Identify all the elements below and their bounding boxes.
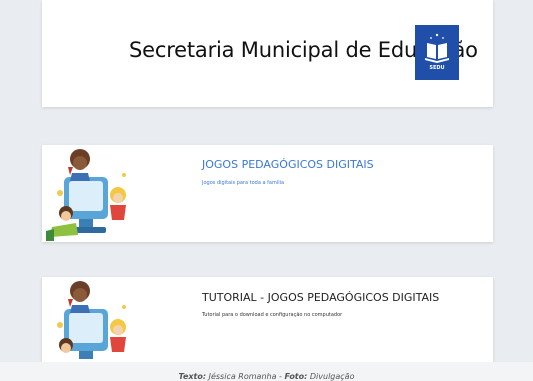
sedu-logo[interactable]: SEDU	[415, 25, 459, 80]
card-subtitle: Jogos digitais para toda a família	[202, 180, 285, 186]
card-title-link[interactable]: TUTORIAL - JOGOS PEDAGÓGICOS DIGITAIS	[202, 291, 439, 304]
game-card-jogos[interactable]: JOGOS PEDAGÓGICOS DIGITAIS Jogos digitai…	[42, 145, 493, 242]
caption-photo-label: Foto:	[284, 372, 308, 381]
book-icon	[425, 33, 449, 63]
caption-author: Jéssica Romanha	[208, 372, 277, 381]
caption-photo-credit: Divulgação	[309, 372, 355, 381]
card-title-link[interactable]: JOGOS PEDAGÓGICOS DIGITAIS	[202, 158, 374, 171]
kids-computer-illustration-icon	[46, 149, 126, 241]
page-content: Secretaria Municipal de Educação SEDU JO…	[0, 0, 533, 362]
tutorial-card[interactable]: TUTORIAL - JOGOS PEDAGÓGICOS DIGITAIS Tu…	[42, 277, 493, 362]
logo-label: SEDU	[429, 65, 445, 71]
kids-computer-illustration-icon	[57, 281, 126, 359]
header-card: Secretaria Municipal de Educação SEDU	[42, 0, 493, 107]
card-subtitle: Tutorial para o download e configuração …	[202, 312, 343, 318]
caption-text-label: Texto:	[178, 372, 207, 381]
photo-caption: Texto: Jéssica Romanha - Foto: Divulgaçã…	[0, 372, 533, 381]
